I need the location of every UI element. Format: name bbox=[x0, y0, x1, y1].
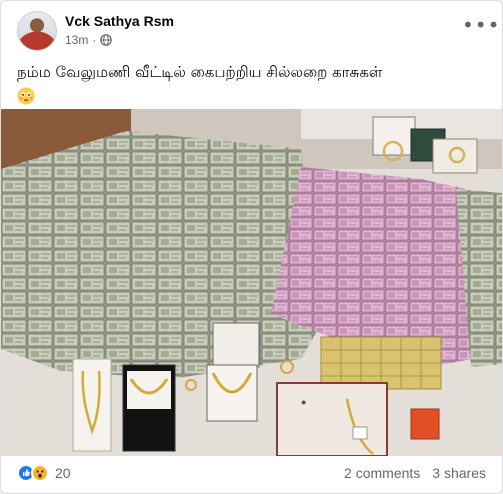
post-header: Vck Sathya Rsm 13m · ••• bbox=[17, 11, 499, 53]
cash-and-jewelry-photo: ● bbox=[1, 109, 502, 456]
wow-icon bbox=[31, 464, 49, 482]
flushed-face-icon bbox=[17, 87, 35, 105]
author-avatar[interactable] bbox=[17, 11, 57, 51]
caption-text: நம்ம வேலுமணி வீட்டில் கைபற்றிய சில்லறை க… bbox=[17, 63, 383, 81]
post-meta: 13m · bbox=[65, 33, 113, 47]
reactions-summary[interactable]: 20 bbox=[17, 464, 71, 482]
post-time[interactable]: 13m bbox=[65, 33, 88, 47]
meta-separator: · bbox=[92, 33, 97, 47]
reaction-count[interactable]: 20 bbox=[55, 465, 71, 481]
author-name[interactable]: Vck Sathya Rsm bbox=[65, 13, 174, 29]
post-caption: நம்ம வேலுமணி வீட்டில் கைபற்றிய சில்லறை க… bbox=[17, 61, 487, 105]
post-card: Vck Sathya Rsm 13m · ••• நம்ம வேலுமணி வீ… bbox=[0, 0, 503, 494]
comments-count-link[interactable]: 2 comments bbox=[344, 465, 420, 481]
post-photo[interactable]: ● bbox=[1, 109, 502, 456]
shares-count-link[interactable]: 3 shares bbox=[432, 465, 486, 481]
more-options-icon[interactable]: ••• bbox=[462, 15, 499, 39]
globe-icon[interactable] bbox=[100, 34, 113, 46]
post-footer: 20 2 comments 3 shares bbox=[17, 461, 486, 485]
svg-text:●: ● bbox=[301, 397, 306, 407]
engagement-stats: 2 comments 3 shares bbox=[344, 465, 486, 481]
